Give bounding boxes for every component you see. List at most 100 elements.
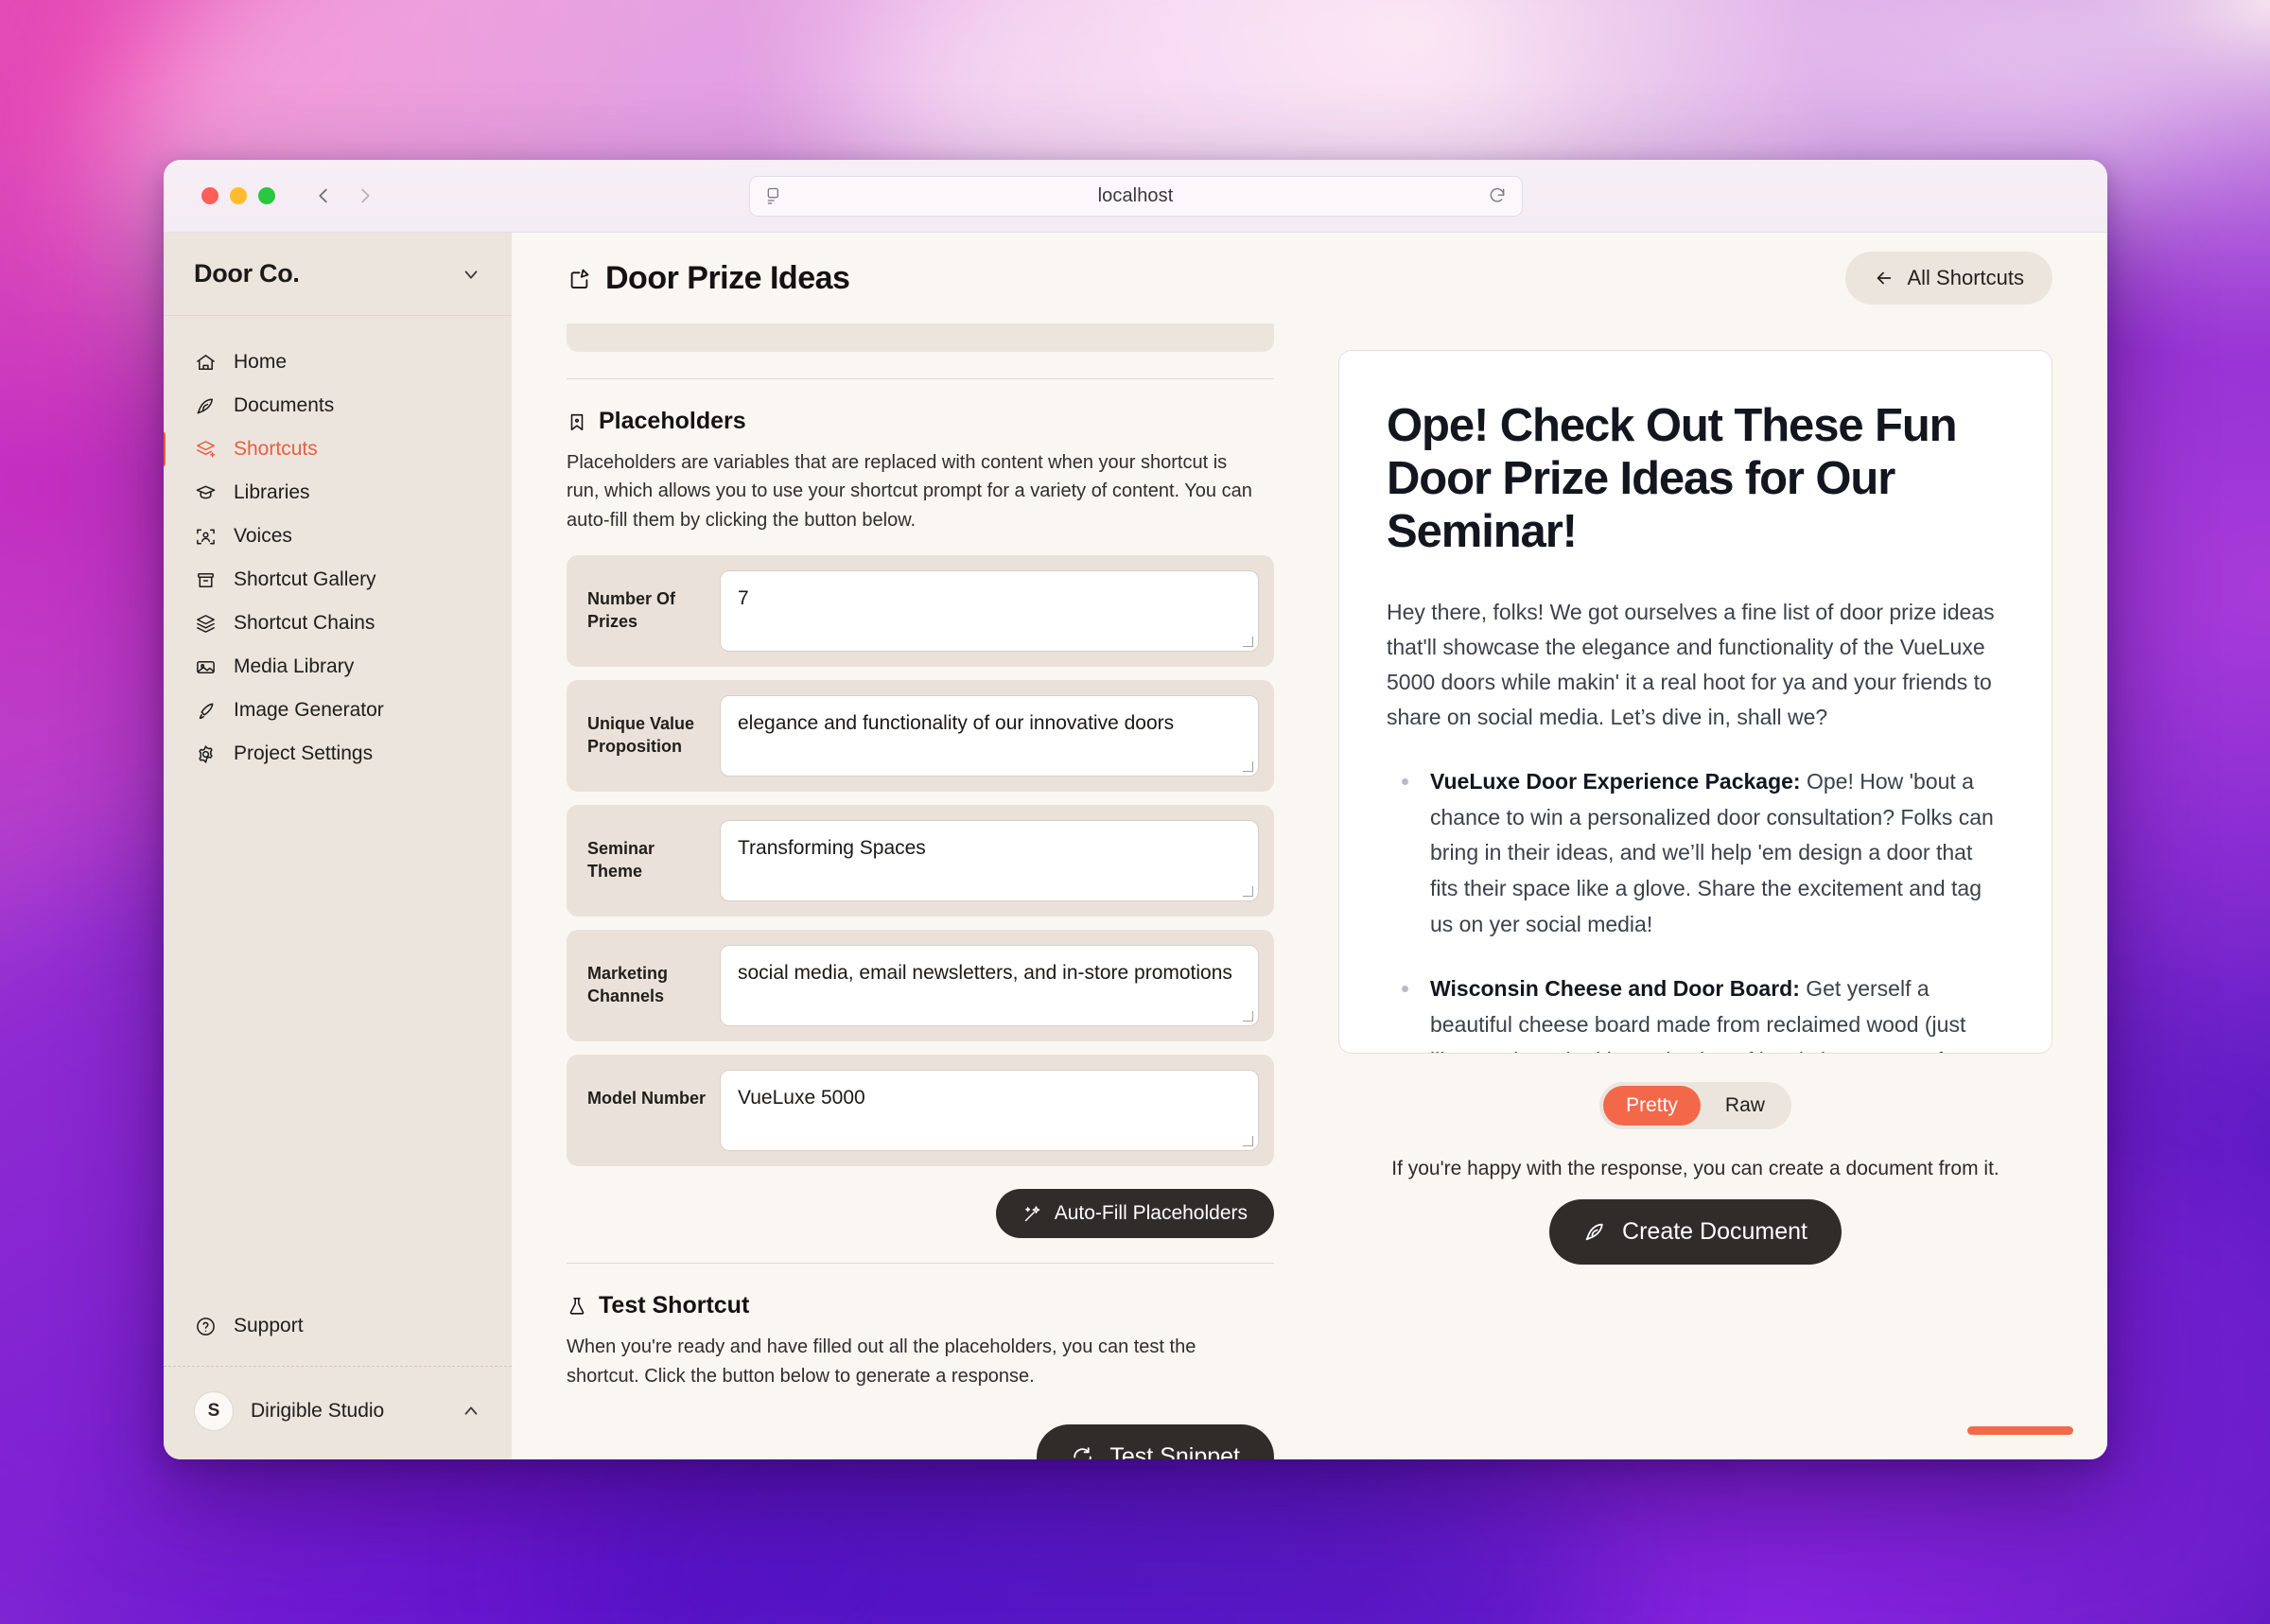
- browser-titlebar: localhost: [164, 160, 2107, 233]
- arrow-left-icon: [1874, 268, 1895, 288]
- sidebar-item-label: Documents: [234, 394, 335, 416]
- sidebar-item-shortcuts[interactable]: Shortcuts: [164, 428, 512, 471]
- placeholder-input-marketing-channels[interactable]: social media, email newsletters, and in-…: [720, 945, 1259, 1027]
- view-mode-pretty-button[interactable]: Pretty: [1603, 1086, 1701, 1126]
- auto-fill-placeholders-button[interactable]: Auto-Fill Placeholders: [995, 1189, 1274, 1239]
- bookmark-icon: [567, 411, 587, 432]
- list-item: Wisconsin Cheese and Door Board: Get yer…: [1387, 971, 2004, 1053]
- page-title: Door Prize Ideas: [567, 259, 850, 297]
- list-item-text: Ope! How 'bout a chance to win a persona…: [1430, 768, 1994, 937]
- test-snippet-label: Test Snippet: [1109, 1442, 1240, 1459]
- sidebar-item-libraries[interactable]: Libraries: [164, 471, 512, 515]
- maximize-window-button[interactable]: [258, 187, 275, 204]
- photo-icon: [194, 655, 217, 678]
- pen-document-icon: [1583, 1220, 1607, 1244]
- placeholder-input-unique-value-proposition[interactable]: elegance and functionality of our innova…: [720, 695, 1259, 777]
- test-snippet-button[interactable]: Test Snippet: [1037, 1423, 1274, 1459]
- sidebar-item-support[interactable]: Support: [164, 1303, 512, 1366]
- view-mode-raw-button[interactable]: Raw: [1702, 1086, 1788, 1126]
- gear-icon: [194, 742, 217, 765]
- main-content: Door Prize Ideas All Shortcuts Placehold…: [512, 233, 2107, 1459]
- chevron-down-icon[interactable]: [461, 264, 481, 285]
- layers-plus-icon: [194, 438, 217, 461]
- close-window-button[interactable]: [201, 187, 218, 204]
- sidebar-item-image-generator[interactable]: Image Generator: [164, 689, 512, 732]
- sidebar-item-label: Image Generator: [234, 699, 384, 721]
- avatar: S: [194, 1391, 234, 1431]
- create-document-note: If you're happy with the response, you c…: [1391, 1158, 1999, 1179]
- test-section-title: Test Shortcut: [567, 1292, 1274, 1319]
- sidebar: Door Co. Home Documents Shortcuts Librar…: [164, 233, 512, 1459]
- placeholder-row: Seminar Theme Transforming Spaces: [567, 805, 1274, 917]
- sidebar-toggle-icon[interactable]: [765, 186, 784, 205]
- placeholder-input-model-number[interactable]: VueLuxe 5000: [720, 1070, 1259, 1152]
- sidebar-item-label: Voices: [234, 525, 292, 547]
- create-document-button[interactable]: Create Document: [1549, 1199, 1842, 1265]
- stacked-layers-icon: [194, 612, 217, 635]
- list-item-term: VueLuxe Door Experience Package:: [1430, 768, 1801, 794]
- view-mode-toggle: Pretty Raw: [1599, 1082, 1791, 1129]
- response-card: Ope! Check Out These Fun Door Prize Idea…: [1338, 350, 2052, 1054]
- graduation-cap-icon: [194, 481, 217, 504]
- sidebar-item-media-library[interactable]: Media Library: [164, 645, 512, 689]
- list-item: VueLuxe Door Experience Package: Ope! Ho…: [1387, 764, 2004, 944]
- placeholder-label: Unique Value Proposition: [587, 714, 695, 757]
- placeholder-row: Number Of Prizes 7: [567, 555, 1274, 668]
- forward-icon[interactable]: [353, 183, 377, 208]
- page-title-text: Door Prize Ideas: [605, 259, 850, 296]
- support-label: Support: [234, 1315, 304, 1336]
- sidebar-item-documents[interactable]: Documents: [164, 384, 512, 428]
- desktop-wallpaper: localhost Door Co. Home Documents Shortc…: [0, 0, 2270, 1624]
- home-icon: [194, 351, 217, 374]
- all-shortcuts-label: All Shortcuts: [1907, 266, 2025, 289]
- progress-accent-bar[interactable]: [1967, 1426, 2073, 1435]
- placeholder-input-seminar-theme[interactable]: Transforming Spaces: [720, 820, 1259, 902]
- paintbrush-icon: [194, 699, 217, 722]
- all-shortcuts-button[interactable]: All Shortcuts: [1844, 252, 2052, 305]
- sidebar-item-shortcut-chains[interactable]: Shortcut Chains: [164, 602, 512, 645]
- pen-document-icon: [194, 394, 217, 417]
- org-switcher[interactable]: Door Co.: [164, 233, 512, 316]
- sidebar-item-label: Libraries: [234, 481, 310, 503]
- chevron-up-icon[interactable]: [461, 1401, 481, 1422]
- placeholder-input-number-of-prizes[interactable]: 7: [720, 570, 1259, 653]
- sidebar-item-voices[interactable]: Voices: [164, 515, 512, 558]
- archive-box-icon: [194, 568, 217, 591]
- sidebar-item-home[interactable]: Home: [164, 341, 512, 384]
- back-icon[interactable]: [311, 183, 336, 208]
- account-name: Dirigible Studio: [251, 1400, 385, 1422]
- placeholder-row: Marketing Channels social media, email n…: [567, 930, 1274, 1042]
- section-divider: [567, 1263, 1274, 1265]
- create-document-label: Create Document: [1622, 1218, 1807, 1245]
- autofill-button-row: Auto-Fill Placeholders: [567, 1189, 1274, 1239]
- org-name: Door Co.: [194, 259, 300, 288]
- url-text[interactable]: localhost: [784, 185, 1488, 207]
- minimize-window-button[interactable]: [230, 187, 247, 204]
- browser-window: localhost Door Co. Home Documents Shortc…: [164, 160, 2107, 1459]
- placeholder-row: Unique Value Proposition elegance and fu…: [567, 680, 1274, 793]
- placeholder-row: Model Number VueLuxe 5000: [567, 1055, 1274, 1167]
- auto-fill-label: Auto-Fill Placeholders: [1054, 1202, 1248, 1225]
- question-circle-icon: [194, 1315, 217, 1337]
- placeholder-label: Marketing Channels: [587, 964, 669, 1006]
- list-item-term: Wisconsin Cheese and Door Board:: [1430, 976, 1800, 1002]
- response-column: Ope! Check Out These Fun Door Prize Idea…: [1274, 323, 2052, 1459]
- flask-icon: [567, 1296, 587, 1317]
- sidebar-item-project-settings[interactable]: Project Settings: [164, 732, 512, 776]
- test-section-description: When you're ready and have filled out al…: [567, 1336, 1196, 1387]
- test-button-row: Test Snippet: [567, 1423, 1274, 1459]
- browser-nav-buttons: [311, 183, 377, 208]
- response-list: VueLuxe Door Experience Package: Ope! Ho…: [1387, 764, 2004, 1053]
- address-bar[interactable]: localhost: [748, 175, 1523, 217]
- scrolled-card-tab-remnant: [1038, 323, 1274, 337]
- sidebar-item-shortcut-gallery[interactable]: Shortcut Gallery: [164, 558, 512, 602]
- page-header: Door Prize Ideas All Shortcuts: [512, 233, 2107, 323]
- reload-icon[interactable]: [1488, 186, 1507, 205]
- placeholder-label: Model Number: [587, 1089, 707, 1109]
- placeholders-title-text: Placeholders: [599, 408, 746, 434]
- test-section-title-text: Test Shortcut: [599, 1292, 750, 1319]
- account-switcher[interactable]: S Dirigible Studio: [164, 1367, 512, 1459]
- sidebar-item-label: Media Library: [234, 655, 355, 677]
- placeholder-fields-list: Number Of Prizes 7 Unique Value Proposit…: [567, 555, 1274, 1167]
